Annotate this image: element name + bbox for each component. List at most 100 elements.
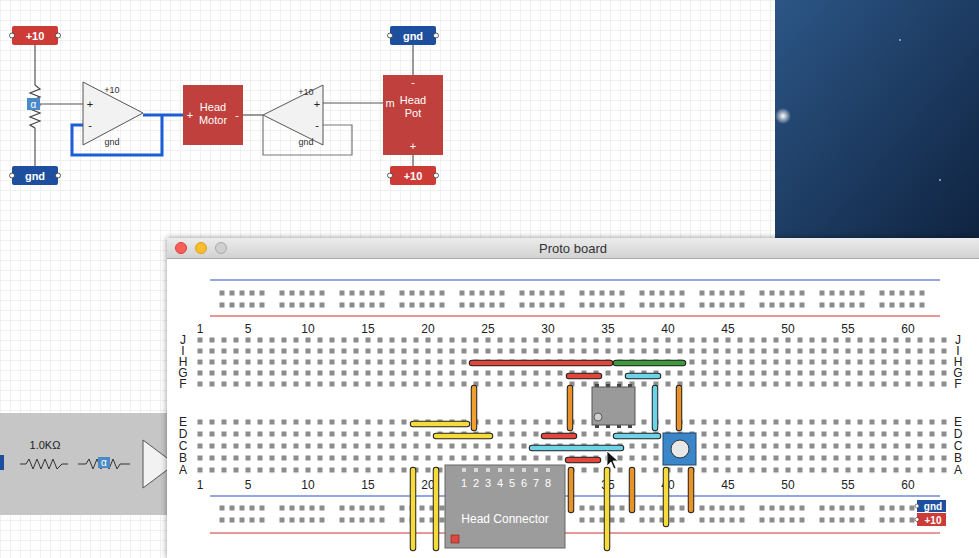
hole[interactable] (282, 382, 287, 387)
hole[interactable] (900, 291, 905, 296)
hole[interactable] (258, 468, 263, 473)
hole[interactable] (490, 303, 495, 308)
hole[interactable] (570, 349, 575, 354)
hole[interactable] (470, 303, 475, 308)
hole[interactable] (942, 349, 947, 354)
hole[interactable] (702, 468, 707, 473)
hole[interactable] (366, 360, 371, 365)
hole[interactable] (710, 303, 715, 308)
hole[interactable] (360, 518, 365, 523)
hole[interactable] (230, 291, 235, 296)
hole[interactable] (830, 291, 835, 296)
hole[interactable] (834, 444, 839, 449)
hole[interactable] (282, 444, 287, 449)
hole[interactable] (618, 371, 623, 376)
hole[interactable] (678, 371, 683, 376)
hole[interactable] (750, 360, 755, 365)
hole[interactable] (810, 456, 815, 461)
hole[interactable] (330, 360, 335, 365)
hole[interactable] (366, 338, 371, 343)
resistor-icon[interactable] (20, 459, 68, 469)
hole[interactable] (786, 349, 791, 354)
rail-label[interactable]: +10 (915, 513, 946, 526)
hole[interactable] (810, 360, 815, 365)
hole[interactable] (900, 518, 905, 523)
hole[interactable] (290, 518, 295, 523)
hole[interactable] (786, 338, 791, 343)
hole[interactable] (860, 506, 865, 511)
supply-label[interactable]: +10 (388, 166, 439, 185)
hole[interactable] (306, 371, 311, 376)
hole[interactable] (234, 456, 239, 461)
hole[interactable] (330, 371, 335, 376)
hole[interactable] (594, 468, 599, 473)
hole[interactable] (354, 456, 359, 461)
hole[interactable] (620, 291, 625, 296)
hole[interactable] (220, 506, 225, 511)
hole[interactable] (894, 444, 899, 449)
hole[interactable] (342, 349, 347, 354)
hole[interactable] (890, 291, 895, 296)
hole[interactable] (438, 456, 443, 461)
hole[interactable] (330, 420, 335, 425)
hole[interactable] (366, 432, 371, 437)
hole[interactable] (380, 291, 385, 296)
jumper-wire[interactable] (679, 388, 680, 428)
hole[interactable] (400, 506, 405, 511)
hole[interactable] (930, 382, 935, 387)
hole[interactable] (210, 382, 215, 387)
hole[interactable] (230, 506, 235, 511)
hole[interactable] (666, 420, 671, 425)
hole[interactable] (282, 468, 287, 473)
hole[interactable] (900, 506, 905, 511)
hole[interactable] (860, 518, 865, 523)
hole[interactable] (260, 506, 265, 511)
hole[interactable] (890, 303, 895, 308)
hole[interactable] (378, 349, 383, 354)
hole[interactable] (710, 518, 715, 523)
hole[interactable] (714, 468, 719, 473)
hole[interactable] (438, 349, 443, 354)
hole[interactable] (620, 518, 625, 523)
hole[interactable] (790, 506, 795, 511)
hole[interactable] (642, 349, 647, 354)
hole[interactable] (680, 518, 685, 523)
hole[interactable] (510, 468, 515, 473)
hole[interactable] (340, 303, 345, 308)
hole[interactable] (402, 360, 407, 365)
hole[interactable] (870, 432, 875, 437)
hole[interactable] (610, 291, 615, 296)
hole[interactable] (774, 338, 779, 343)
hole[interactable] (234, 420, 239, 425)
hole[interactable] (858, 371, 863, 376)
hole[interactable] (246, 444, 251, 449)
hole[interactable] (582, 420, 587, 425)
trim-pot[interactable] (663, 433, 696, 465)
hole[interactable] (546, 382, 551, 387)
hole[interactable] (582, 468, 587, 473)
hole[interactable] (726, 338, 731, 343)
hole[interactable] (282, 456, 287, 461)
hole[interactable] (618, 468, 623, 473)
hole[interactable] (378, 360, 383, 365)
hole[interactable] (774, 360, 779, 365)
hole[interactable] (390, 420, 395, 425)
hole[interactable] (510, 420, 515, 425)
hole[interactable] (222, 360, 227, 365)
rail-label[interactable]: gnd (915, 500, 946, 512)
hole[interactable] (318, 360, 323, 365)
hole[interactable] (534, 456, 539, 461)
hole[interactable] (210, 456, 215, 461)
hole[interactable] (474, 349, 479, 354)
hole[interactable] (830, 303, 835, 308)
hole[interactable] (640, 518, 645, 523)
hole[interactable] (546, 338, 551, 343)
hole[interactable] (780, 303, 785, 308)
hole[interactable] (390, 468, 395, 473)
hole[interactable] (522, 468, 527, 473)
hole[interactable] (534, 371, 539, 376)
hole[interactable] (702, 338, 707, 343)
hole[interactable] (450, 338, 455, 343)
hole[interactable] (840, 291, 845, 296)
hole[interactable] (882, 468, 887, 473)
